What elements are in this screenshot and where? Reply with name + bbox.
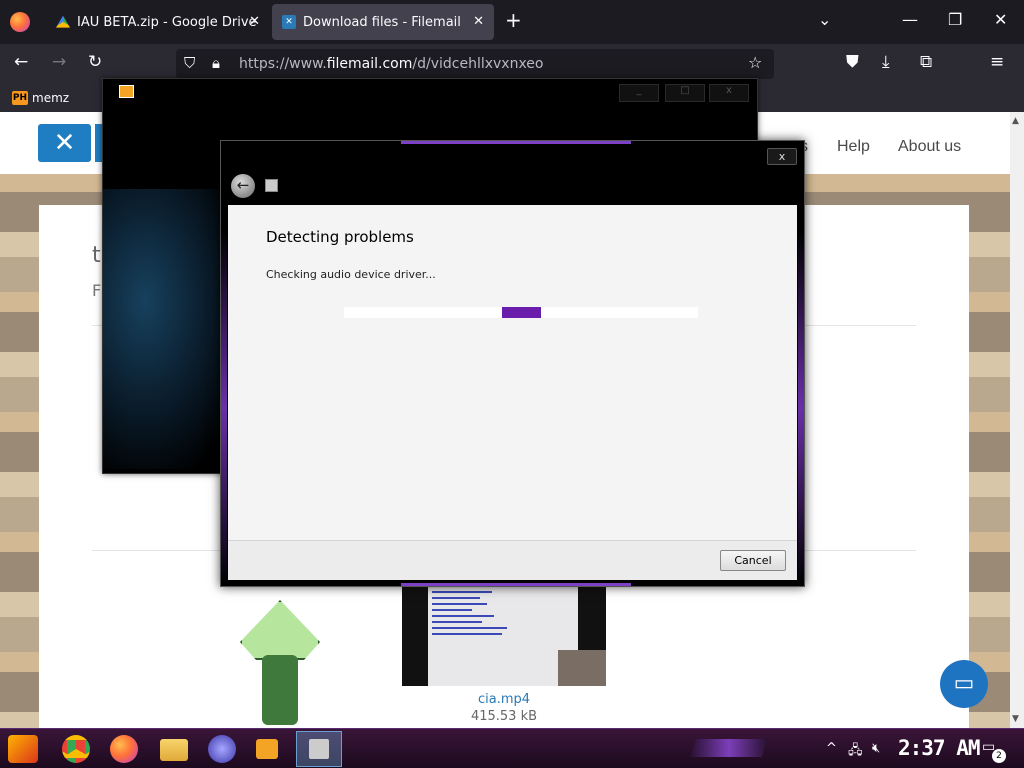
page-scrollbar[interactable]: ▲ ▼	[1010, 112, 1024, 728]
dialog-edge-glow	[221, 141, 227, 586]
bookmark-star-icon[interactable]: ☆	[748, 53, 762, 72]
tab-close-icon[interactable]: ✕	[473, 14, 484, 29]
app-menu-icon[interactable]: ≡	[990, 52, 1004, 72]
nav-about-us[interactable]: About us	[898, 138, 961, 156]
thumbnail-text-line	[432, 591, 492, 593]
thumbnail-text-line	[432, 603, 487, 605]
peridot-character-body	[262, 655, 298, 725]
taskbar-decoration	[690, 739, 768, 757]
thumbnail-text-line	[432, 609, 472, 611]
thumbnail-screen	[428, 587, 578, 686]
new-tab-button[interactable]: +	[505, 8, 522, 32]
url-text[interactable]: https://www.filemail.com/d/vidcehllxvxnx…	[239, 56, 543, 72]
list-all-tabs-icon[interactable]: ⌄	[818, 10, 831, 29]
tab-filemail[interactable]: ✕ Download files - Filemail ✕	[272, 4, 494, 40]
pocket-icon[interactable]: ⛊	[846, 52, 859, 72]
transfer-title: t	[92, 243, 101, 268]
thumbnail-text-line	[432, 597, 480, 599]
volume-muted-icon[interactable]: 🔇︎	[872, 741, 880, 756]
url-bar[interactable]: ⛉ 🔒︎ https://www.filemail.com/d/vidcehll…	[176, 49, 774, 79]
troubleshooter-dialog: x ← Detecting problems Checking audio de…	[220, 140, 805, 587]
dialog-close-button[interactable]: x	[767, 148, 797, 165]
back-arrow-icon[interactable]: ←	[231, 174, 255, 198]
bookmark-favicon: PH	[12, 91, 28, 105]
tab-google-drive[interactable]: IAU BETA.zip - Google Drive ✕	[46, 4, 270, 40]
back-icon[interactable]: ←	[14, 52, 28, 72]
forward-icon[interactable]: →	[52, 52, 66, 72]
media-player-icon[interactable]	[256, 739, 278, 759]
minimize-icon[interactable]: —	[902, 10, 918, 29]
downloads-icon[interactable]: ⤓	[882, 52, 890, 72]
reload-icon[interactable]: ↻	[88, 52, 102, 72]
extensions-icon[interactable]: ⧉	[920, 52, 932, 72]
dialog-edge-glow	[798, 141, 804, 586]
taskbar: ^ 🖧︎ 🔇︎ 2:37 AM ▭ 2	[0, 728, 1024, 768]
thumbnail-text-line	[432, 621, 482, 623]
clock[interactable]: 2:37 AM	[898, 736, 981, 760]
firefox-icon[interactable]	[110, 735, 138, 763]
thumbnail-text-line	[432, 627, 507, 629]
lock-icon[interactable]: 🔒︎	[212, 54, 220, 72]
dialog-footer: Cancel	[228, 540, 797, 580]
progress-bar	[344, 307, 698, 318]
chrome-icon[interactable]	[62, 735, 90, 763]
minimize-icon[interactable]: _	[619, 84, 659, 102]
transfer-subtitle: F	[92, 281, 102, 300]
progress-marquee	[502, 307, 541, 318]
start-button[interactable]	[8, 735, 38, 763]
network-icon[interactable]: 🖧︎	[848, 741, 863, 763]
tab-strip: IAU BETA.zip - Google Drive ✕ ✕ Download…	[0, 0, 1024, 44]
restore-icon[interactable]: ❐	[948, 10, 962, 29]
thumbnail-text-line	[432, 615, 494, 617]
scroll-down-icon[interactable]: ▼	[1012, 714, 1019, 724]
filemail-icon: ✕	[282, 15, 296, 29]
tab-title: IAU BETA.zip - Google Drive	[77, 14, 257, 30]
cancel-button[interactable]: Cancel	[720, 550, 786, 571]
troubleshooter-icon	[265, 179, 278, 192]
file-size: 415.53 kB	[470, 709, 538, 724]
scroll-up-icon[interactable]: ▲	[1012, 116, 1019, 126]
tab-close-icon[interactable]: ✕	[249, 14, 260, 29]
bookmark-memz[interactable]: memz	[32, 91, 69, 105]
dialog-bottom-glow	[401, 583, 631, 586]
thumbnail-text-line	[432, 633, 502, 635]
maximize-icon[interactable]: □	[665, 84, 705, 102]
tracking-shield-icon[interactable]: ⛉	[184, 54, 195, 72]
status-text: Checking audio device driver...	[266, 268, 436, 281]
dialog-content: Detecting problems Checking audio device…	[228, 205, 797, 540]
firefox-menu-icon[interactable]	[10, 12, 30, 32]
file-explorer-icon[interactable]	[160, 739, 188, 761]
dialog-top-glow	[401, 141, 631, 144]
dialog-heading: Detecting problems	[266, 228, 414, 246]
webcam-overlay	[558, 650, 606, 686]
filemail-logo[interactable]: ✕	[38, 124, 91, 162]
show-hidden-icons-icon[interactable]: ^	[826, 741, 837, 756]
close-window-icon[interactable]: ✕	[994, 10, 1007, 29]
troubleshooter-icon	[309, 739, 329, 759]
file-name-link[interactable]: cia.mp4	[402, 692, 606, 707]
tab-title: Download files - Filemail	[303, 14, 461, 30]
chat-support-button[interactable]: ▭	[940, 660, 988, 708]
app-orb-icon[interactable]	[208, 735, 236, 763]
notification-badge: 2	[992, 749, 1006, 763]
nav-help[interactable]: Help	[837, 138, 870, 156]
media-player-icon	[119, 85, 134, 98]
close-icon[interactable]: x	[709, 84, 749, 102]
video-thumbnail[interactable]	[402, 587, 606, 686]
google-drive-icon	[56, 15, 70, 28]
